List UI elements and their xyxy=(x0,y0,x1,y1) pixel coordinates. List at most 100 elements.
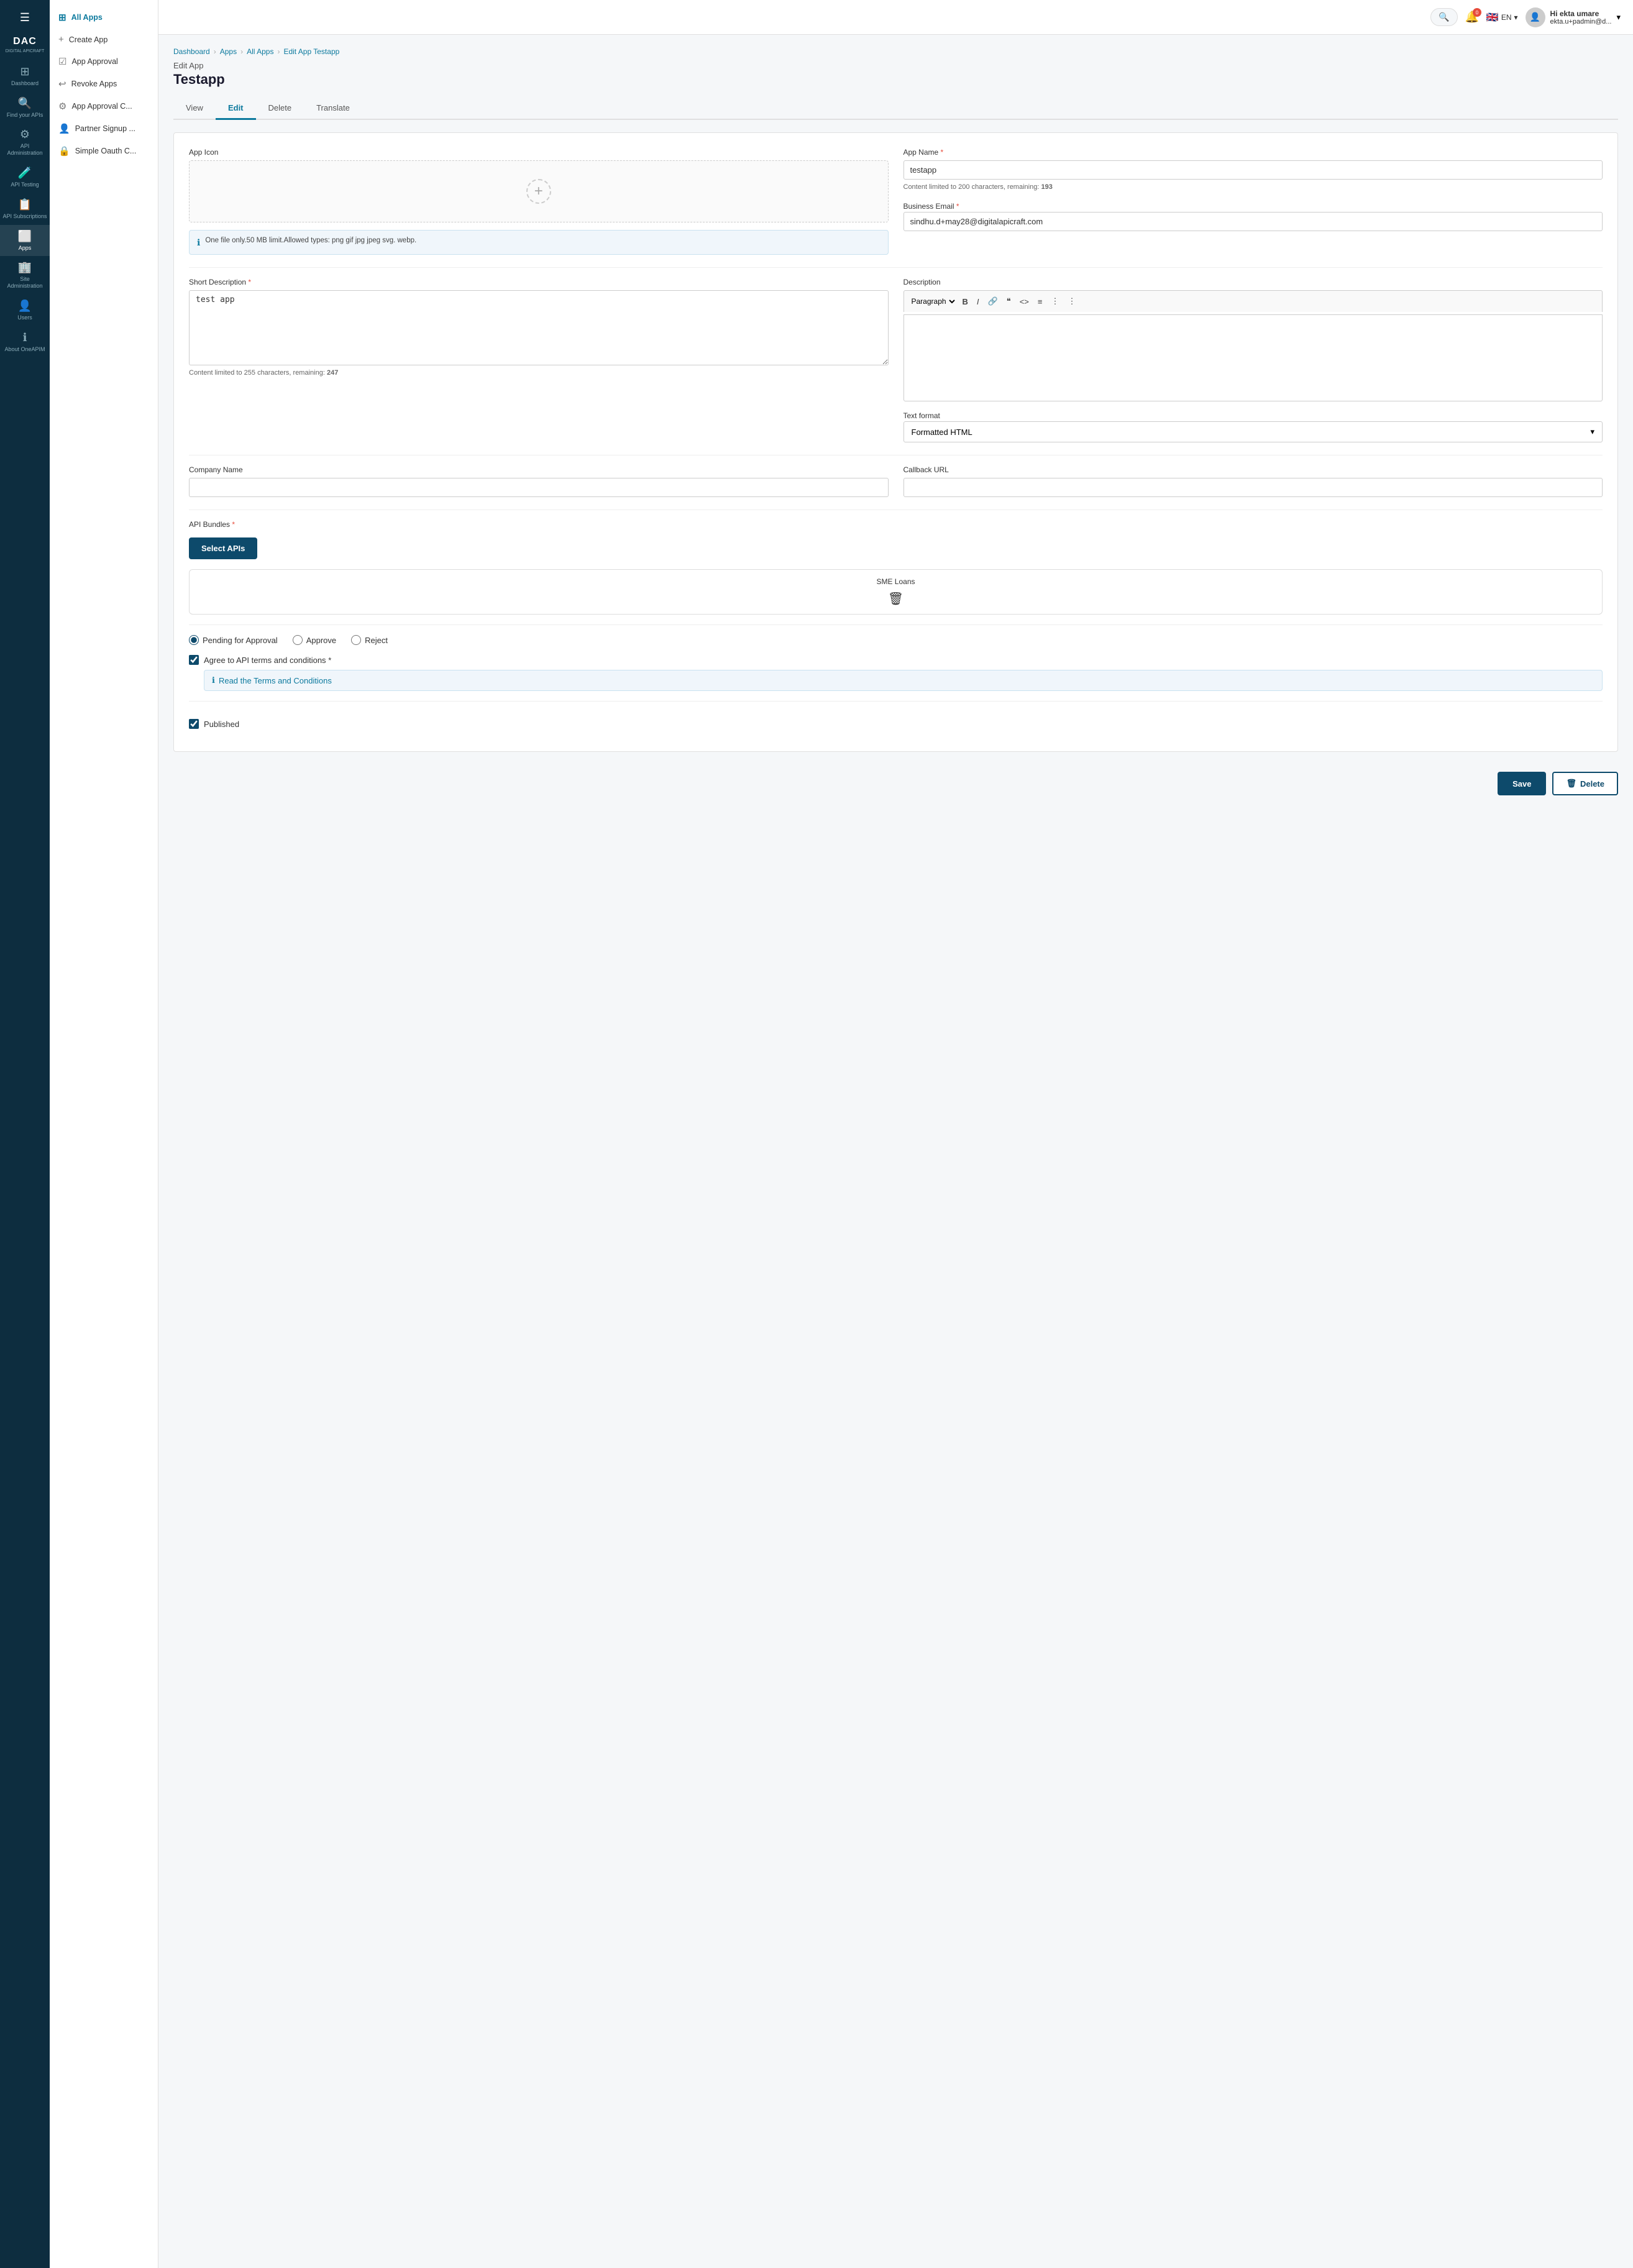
info-icon: ℹ xyxy=(197,237,200,248)
topbar-search[interactable]: 🔍 xyxy=(1430,8,1457,26)
about-icon: ℹ xyxy=(23,331,27,344)
trash-icon: 🗑 xyxy=(1566,779,1576,789)
bold-btn[interactable]: B xyxy=(959,295,971,308)
partner-signup-icon: 👤 xyxy=(58,123,70,134)
callback-url-input[interactable] xyxy=(903,478,1603,497)
notification-bell[interactable]: 🔔 0 xyxy=(1465,11,1479,24)
sidebar-item-apps[interactable]: ⬜ Apps xyxy=(0,225,50,257)
text-format-select[interactable]: Formatted HTML ▾ xyxy=(903,421,1603,442)
code-btn[interactable]: <> xyxy=(1017,295,1032,308)
blockquote-btn[interactable]: ❝ xyxy=(1004,295,1014,308)
nav-item-create-app[interactable]: + Create App xyxy=(50,29,158,50)
breadcrumb-all-apps[interactable]: All Apps xyxy=(247,47,273,56)
italic-btn[interactable]: I xyxy=(974,295,982,308)
short-desc-label: Short Description * xyxy=(189,278,889,286)
terms-link[interactable]: Read the Terms and Conditions xyxy=(219,676,332,685)
sidebar-item-label: Dashboard xyxy=(11,80,39,87)
radio-reject-input[interactable] xyxy=(351,635,361,645)
nav-item-label: Simple Oauth C... xyxy=(75,147,137,155)
upload-plus-icon[interactable]: + xyxy=(526,179,551,204)
api-testing-icon: 🧪 xyxy=(18,167,32,180)
tab-delete[interactable]: Delete xyxy=(256,98,304,120)
api-subs-icon: 📋 xyxy=(18,198,32,211)
chevron-down-icon: ▾ xyxy=(1514,13,1518,22)
business-email-input[interactable] xyxy=(903,212,1603,231)
terms-info-icon: ℹ xyxy=(212,675,215,685)
sidebar-item-site-admin[interactable]: 🏢 Site Administration xyxy=(0,256,50,295)
flag-icon: 🇬🇧 xyxy=(1486,11,1499,24)
page-title: Testapp xyxy=(173,71,1618,88)
chevron-down-icon: ▾ xyxy=(1590,427,1594,437)
api-bundle-card: SME Loans 🗑 xyxy=(189,569,1603,615)
sidebar-item-find-apis[interactable]: 🔍 Find your APIs xyxy=(0,92,50,124)
user-chevron-icon: ▾ xyxy=(1616,12,1621,22)
tab-translate[interactable]: Translate xyxy=(304,98,362,120)
list-btn[interactable]: ≡ xyxy=(1035,295,1046,308)
tab-edit[interactable]: Edit xyxy=(216,98,256,120)
apps-icon: ⬜ xyxy=(18,230,32,243)
terms-checkbox-input[interactable] xyxy=(189,655,199,665)
app-name-email-group: App Name * Content limited to 200 charac… xyxy=(903,148,1603,255)
sidebar-item-api-testing[interactable]: 🧪 API Testing xyxy=(0,162,50,193)
radio-approve[interactable]: Approve xyxy=(293,635,336,645)
sidebar-item-api-subscriptions[interactable]: 📋 API Subscriptions xyxy=(0,193,50,225)
divider-5 xyxy=(189,701,1603,702)
required-star: * xyxy=(248,278,251,286)
main-wrapper: 🔍 🔔 0 🇬🇧 EN ▾ 👤 Hi ekta umare ekta.u+pad… xyxy=(158,0,1633,2268)
radio-pending-input[interactable] xyxy=(189,635,199,645)
site-admin-icon: 🏢 xyxy=(18,261,32,274)
radio-approve-input[interactable] xyxy=(293,635,303,645)
company-name-field: Company Name xyxy=(189,465,889,497)
language-selector[interactable]: 🇬🇧 EN ▾ xyxy=(1486,11,1518,24)
icon-hint-text: One file only.50 MB limit.Allowed types:… xyxy=(205,237,416,244)
paragraph-select[interactable]: Paragraph xyxy=(909,296,957,306)
nav-item-revoke-apps[interactable]: ↩ Revoke Apps xyxy=(50,73,158,95)
company-name-input[interactable] xyxy=(189,478,889,497)
tab-bar: View Edit Delete Translate xyxy=(173,98,1618,120)
hamburger-btn[interactable]: ☰ xyxy=(15,6,35,29)
ordered-list-btn[interactable]: ⋮ xyxy=(1048,295,1062,308)
breadcrumb-dashboard[interactable]: Dashboard xyxy=(173,47,210,56)
breadcrumb-apps[interactable]: Apps xyxy=(220,47,237,56)
user-menu[interactable]: 👤 Hi ekta umare ekta.u+padmin@d... ▾ xyxy=(1526,7,1621,27)
nav-item-app-approval-c[interactable]: ⚙ App Approval C... xyxy=(50,95,158,117)
radio-pending[interactable]: Pending for Approval xyxy=(189,635,278,645)
terms-checkbox[interactable]: Agree to API terms and conditions * xyxy=(189,655,1603,665)
published-checkbox-input[interactable] xyxy=(189,719,199,729)
nav-item-partner-signup[interactable]: 👤 Partner Signup ... xyxy=(50,117,158,140)
sidebar: ☰ DAC DIGITAL APICRAFT ⊞ Dashboard 🔍 Fin… xyxy=(0,0,50,2268)
link-btn[interactable]: 🔗 xyxy=(985,295,1001,308)
short-desc-field: Short Description * test app Content lim… xyxy=(189,278,889,442)
description-editor[interactable] xyxy=(903,314,1603,401)
published-row: Published xyxy=(189,711,1603,736)
sidebar-item-api-admin[interactable]: ⚙ API Administration xyxy=(0,123,50,162)
short-desc-textarea[interactable]: test app xyxy=(189,290,889,365)
callback-url-label: Callback URL xyxy=(903,465,1603,474)
select-apis-btn[interactable]: Select APIs xyxy=(189,537,257,559)
sidebar-item-users[interactable]: 👤 Users xyxy=(0,295,50,326)
breadcrumb-current: Edit App Testapp xyxy=(283,47,339,56)
more-btn[interactable]: ⋮ xyxy=(1064,295,1079,308)
tab-view[interactable]: View xyxy=(173,98,216,120)
app-name-input[interactable] xyxy=(903,160,1603,180)
nav-item-app-approval[interactable]: ☑ App Approval xyxy=(50,50,158,73)
form-row-2: Short Description * test app Content lim… xyxy=(189,278,1603,442)
delete-button[interactable]: 🗑 Delete xyxy=(1552,772,1618,795)
icon-upload-area[interactable]: + xyxy=(189,160,889,222)
user-text: Hi ekta umare ekta.u+padmin@d... xyxy=(1550,9,1612,25)
nav-item-label: Partner Signup ... xyxy=(75,124,135,133)
bundle-delete-btn[interactable]: 🗑 xyxy=(888,591,903,606)
form-actions: Save 🗑 Delete xyxy=(173,762,1618,800)
simple-oauth-icon: 🔒 xyxy=(58,145,70,157)
nav-item-all-apps[interactable]: ⊞ All Apps xyxy=(50,6,158,29)
sidebar-item-dashboard[interactable]: ⊞ Dashboard xyxy=(0,60,50,92)
radio-reject[interactable]: Reject xyxy=(351,635,388,645)
app-approval-icon: ☑ xyxy=(58,56,66,67)
form-card: App Icon + ℹ One file only.50 MB limit.A… xyxy=(173,132,1618,752)
save-button[interactable]: Save xyxy=(1498,772,1546,795)
sidebar-item-label: About OneAPIM xyxy=(4,346,45,353)
published-checkbox[interactable]: Published xyxy=(189,719,239,729)
sidebar-item-about[interactable]: ℹ About OneAPIM xyxy=(0,326,50,358)
nav-item-simple-oauth[interactable]: 🔒 Simple Oauth C... xyxy=(50,140,158,162)
short-desc-hint: Content limited to 255 characters, remai… xyxy=(189,369,889,377)
